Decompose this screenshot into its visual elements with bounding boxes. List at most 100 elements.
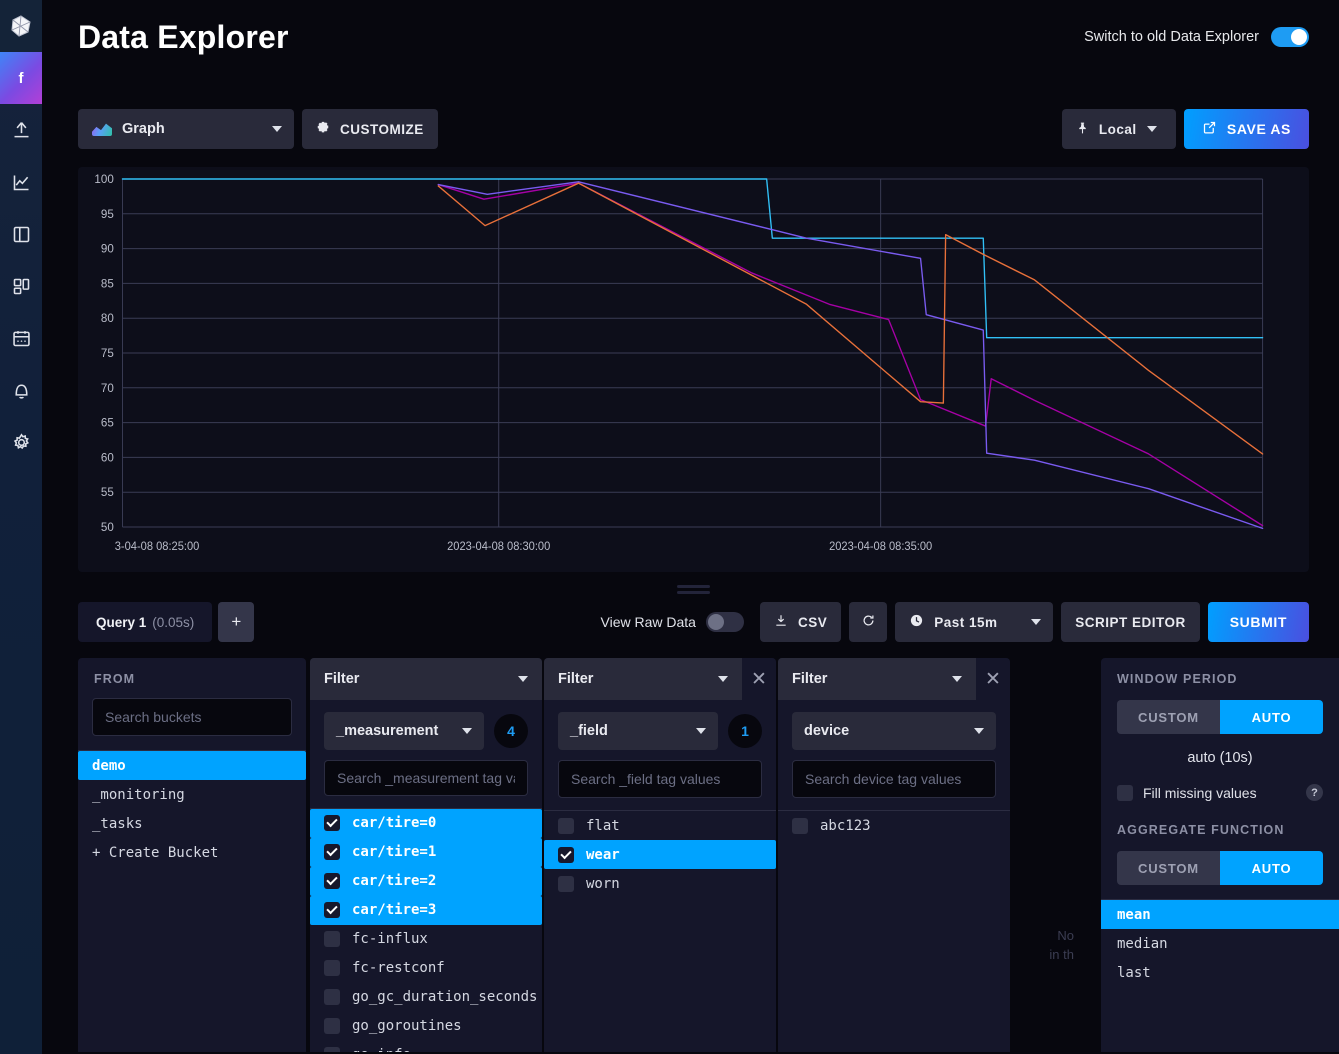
save-as-button[interactable]: SAVE AS [1183,109,1309,149]
chevron-down-icon [1031,619,1042,625]
fill-missing-checkbox[interactable] [1117,784,1133,801]
old-explorer-switch[interactable]: Switch to old Data Explorer [1084,27,1309,47]
tag-value-checkbox[interactable] [558,846,574,863]
tag-value-label: wear [586,846,620,863]
chevron-down-icon [462,728,472,734]
line-chart[interactable]: 50 55 60 65 70 75 80 85 90 95 100 3-04-08 08:25:00 2… [78,167,1309,572]
window-auto-button[interactable]: AUTO [1220,700,1323,734]
add-query-button[interactable]: + [218,602,255,642]
aggregate-function-item[interactable]: median [1101,929,1339,958]
filter-type-dropdown[interactable]: Filter [778,658,976,700]
search-buckets-input[interactable] [105,709,279,725]
tag-value-checkbox[interactable] [324,960,340,977]
tag-value-search-input[interactable] [571,771,749,787]
org-avatar[interactable]: f [0,52,42,104]
tag-value-checkbox[interactable] [324,873,340,890]
timezone-dropdown[interactable]: Local [1061,109,1176,149]
time-range-dropdown[interactable]: Past 15m [895,602,1054,642]
aggregate-function-item[interactable]: mean [1101,900,1339,929]
csv-download-button[interactable]: CSV [759,602,842,642]
sidebar-item-load-data[interactable] [0,104,42,156]
script-editor-button[interactable]: SCRIPT EDITOR [1061,602,1200,642]
tag-value-item[interactable]: car/tire=0 [310,808,542,838]
view-type-dropdown[interactable]: Graph [78,109,294,149]
tag-value-item[interactable]: abc123 [778,811,1010,840]
svg-text:100: 100 [94,172,114,186]
aggregate-function-list[interactable]: mean median last [1101,900,1339,987]
tag-value-list[interactable]: flat wear worn [544,811,776,1052]
tag-value-checkbox[interactable] [324,1047,340,1052]
tag-value-item[interactable]: go_gc_duration_seconds [310,983,542,1012]
refresh-button[interactable] [849,602,888,642]
panel-resize-handle[interactable] [78,585,1309,594]
filter-key-dropdown[interactable]: _measurement [324,712,484,750]
graph-panel[interactable]: 50 55 60 65 70 75 80 85 90 95 100 3-04-08 08:25:00 2… [78,167,1309,594]
query-tab-1[interactable]: Query 1 (0.05s) [78,602,213,642]
aggregate-auto-button[interactable]: AUTO [1220,851,1323,885]
tag-value-item[interactable]: go_goroutines [310,1012,542,1041]
tag-value-checkbox[interactable] [324,815,340,832]
fill-missing-label: Fill missing values [1143,784,1257,801]
tag-value-item[interactable]: car/tire=3 [310,895,542,925]
tag-value-search-box[interactable] [792,760,996,798]
tag-value-search-box[interactable] [324,760,528,796]
tag-value-item[interactable]: fc-restconf [310,954,542,983]
tag-value-item[interactable]: fc-influx [310,925,542,954]
tag-value-search-input[interactable] [805,771,983,787]
view-raw-data-toggle[interactable]: View Raw Data [601,612,744,632]
help-icon[interactable]: ? [1306,784,1323,801]
tag-value-list[interactable]: abc123 [778,811,1010,1052]
tag-value-checkbox[interactable] [792,817,808,834]
window-custom-button[interactable]: CUSTOM [1117,700,1220,734]
bucket-list[interactable]: demo _monitoring _tasks + Create Bucket [78,751,306,1052]
tag-value-item[interactable]: wear [544,840,776,869]
tag-value-checkbox[interactable] [324,989,340,1006]
query-toolbar: Query 1 (0.05s) + View Raw Data CSV Past… [78,600,1309,644]
filter-type-dropdown[interactable]: Filter [310,658,542,700]
tag-value-item[interactable]: car/tire=2 [310,866,542,896]
tag-value-checkbox[interactable] [324,1018,340,1035]
chevron-down-icon [272,126,282,132]
filter-key-dropdown[interactable]: device [792,712,996,750]
influxdb-logo-icon[interactable] [0,0,42,52]
submit-button[interactable]: SUBMIT [1207,602,1309,642]
sidebar-item-data-explorer[interactable] [0,156,42,208]
close-icon[interactable]: ✕ [742,658,776,700]
sidebar-item-dashboards[interactable] [0,260,42,312]
bucket-search-box[interactable] [92,698,292,736]
sidebar-item-alerts[interactable] [0,364,42,416]
raw-data-switch[interactable] [705,612,744,632]
customize-button[interactable]: CUSTOMIZE [302,109,438,149]
filter-key-dropdown[interactable]: _field [558,712,718,750]
switch-toggle[interactable] [1271,27,1309,47]
tag-value-item[interactable]: worn [544,869,776,898]
tag-value-list[interactable]: car/tire=0 car/tire=1 car/tire=2 car/tire=3… [310,808,542,1052]
aggregate-function-item[interactable]: last [1101,958,1339,987]
aggregate-segments[interactable]: CUSTOM AUTO [1117,851,1323,885]
tag-value-item[interactable]: go_info [310,1041,542,1052]
svg-text:80: 80 [101,311,114,325]
aggregate-custom-button[interactable]: CUSTOM [1117,851,1220,885]
tag-value-checkbox[interactable] [558,817,574,834]
filter-type-dropdown[interactable]: Filter [544,658,742,700]
tag-value-search-box[interactable] [558,760,762,798]
tag-value-item[interactable]: flat [544,811,776,840]
window-period-segments[interactable]: CUSTOM AUTO [1117,700,1323,734]
sidebar-item-tasks[interactable] [0,312,42,364]
tag-value-checkbox[interactable] [324,902,340,919]
close-icon[interactable]: ✕ [976,658,1010,700]
tag-value-search-input[interactable] [337,769,515,786]
tag-value-item[interactable]: car/tire=1 [310,837,542,867]
sidebar-item-notebooks[interactable] [0,208,42,260]
tag-value-checkbox[interactable] [558,875,574,892]
fill-missing-values-row[interactable]: Fill missing values ? [1117,784,1323,801]
bucket-item[interactable]: demo [78,751,306,780]
bucket-item[interactable]: _tasks [78,809,306,838]
tag-value-checkbox[interactable] [324,931,340,948]
bucket-item[interactable]: _monitoring [78,780,306,809]
chevron-down-icon [718,676,728,682]
tag-value-checkbox[interactable] [324,844,340,861]
bucket-item[interactable]: + Create Bucket [78,838,306,867]
svg-text:3-04-08 08:25:00: 3-04-08 08:25:00 [115,541,200,553]
sidebar-item-settings[interactable] [0,416,42,468]
